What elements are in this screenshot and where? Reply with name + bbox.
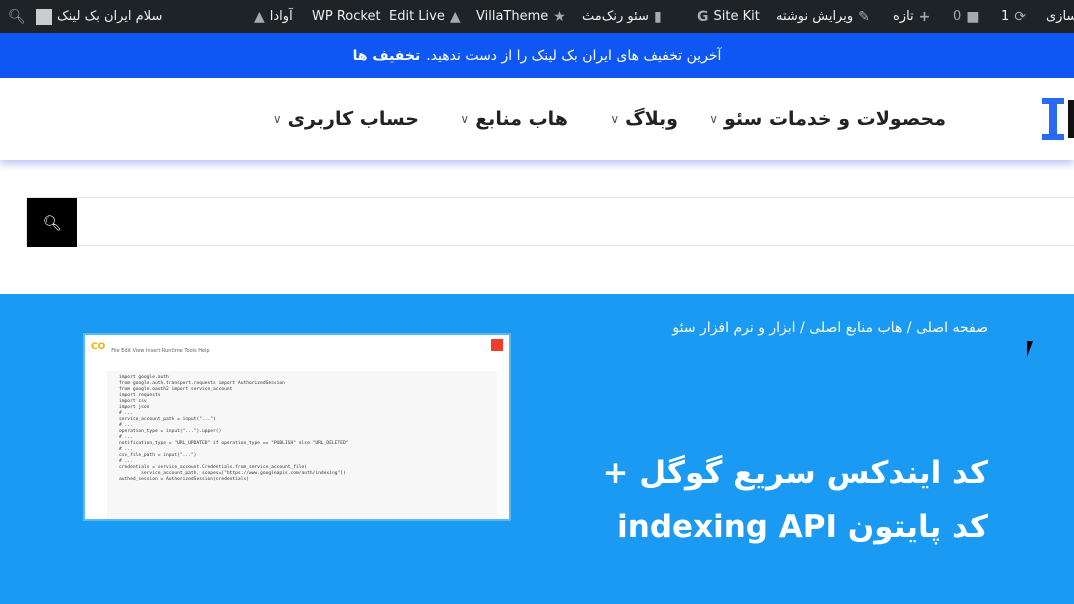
count: 0 xyxy=(953,9,962,24)
label: تازه xyxy=(893,9,914,24)
comments-menu[interactable]: 0 ■ xyxy=(953,0,980,33)
search-input[interactable] xyxy=(79,198,1069,245)
nav-label: حساب کاربری xyxy=(287,108,419,130)
colab-menu: File Edit View Insert Runtime Tools Help xyxy=(111,348,210,354)
site-logo[interactable] xyxy=(1042,98,1074,140)
sitekit-menu[interactable]: G Site Kit xyxy=(697,0,760,33)
star-icon: ★ xyxy=(553,8,566,25)
search-button[interactable]: 🔍︎ xyxy=(27,198,77,247)
nav-label: وبلاگ xyxy=(625,108,678,130)
comment-icon: ■ xyxy=(966,8,980,25)
label: سازی xyxy=(1046,9,1074,24)
search-icon[interactable]: 🔍︎ xyxy=(8,0,26,33)
code-cell: import google.auth from google.auth.trans… xyxy=(107,371,497,519)
admin-bar: 🔍︎ سلام ایران بک لینک ▲ آوادا WP Rocket E… xyxy=(0,0,1074,33)
edit-post-menu[interactable]: ویرایش نوشته ✎ xyxy=(776,0,870,33)
nav-blog[interactable]: ∨ وبلاگ xyxy=(610,78,678,160)
wp-rocket-menu[interactable]: WP Rocket xyxy=(312,0,381,33)
google-icon: G xyxy=(697,8,709,25)
chevron-down-icon: ∨ xyxy=(610,112,620,126)
notice-text: آخرین تخفیف های ایران بک لینک را از دست … xyxy=(426,47,722,64)
count: 1 xyxy=(1001,9,1010,24)
chevron-down-icon: ∨ xyxy=(460,112,470,126)
colab-logo: CO xyxy=(91,342,106,352)
customize-menu[interactable]: سازی xyxy=(1046,0,1074,33)
notice-bar: آخرین تخفیف های ایران بک لینک را از دست … xyxy=(0,33,1074,78)
discount-link[interactable]: تخفیف ها xyxy=(353,48,421,64)
chart-icon: ▮ xyxy=(653,8,662,25)
hero-section: صفحه اصلی / هاب منابع اصلی / ابزار و نرم… xyxy=(0,294,1074,604)
admin-account[interactable]: سلام ایران بک لینک xyxy=(36,0,162,33)
chevron-down-icon: ∨ xyxy=(272,112,282,126)
nav-resources[interactable]: ∨ هاب منابع xyxy=(460,78,568,160)
label: ویرایش نوشته xyxy=(776,9,854,24)
label: VillaTheme xyxy=(476,9,549,24)
nav-account[interactable]: ∨ حساب کاربری xyxy=(273,78,419,160)
plus-icon: + xyxy=(918,8,931,25)
avatar xyxy=(491,339,503,351)
refresh-icon: ⟳ xyxy=(1014,8,1027,25)
label: WP Rocket xyxy=(312,9,381,24)
search-bar: 🔍︎ xyxy=(26,197,1074,247)
greeting: سلام ایران بک لینک xyxy=(57,9,163,24)
nav-label: هاب منابع xyxy=(475,108,568,130)
mouse-cursor xyxy=(1027,341,1039,357)
search-icon: 🔍︎ xyxy=(42,213,62,232)
chevron-down-icon: ∨ xyxy=(709,112,718,126)
label: Site Kit xyxy=(713,9,760,24)
code-line: authed_session = AuthorizedSession(crede… xyxy=(119,477,249,482)
breadcrumb: صفحه اصلی / هاب منابع اصلی / ابزار و نرم… xyxy=(672,320,988,336)
page-title: کد ایندکس سریع گوگل + کد پایتون indexing… xyxy=(602,455,988,545)
label: آوادا xyxy=(269,9,293,24)
label: Edit Live xyxy=(389,9,445,24)
avada-menu[interactable]: ▲ آوادا xyxy=(254,0,293,33)
edit-live-menu[interactable]: Edit Live ▲ xyxy=(389,0,461,33)
villatheme-menu[interactable]: VillaTheme ★ xyxy=(476,0,566,33)
site-header: ∨ محصولات و خدمات سئو ∨ وبلاگ ∨ هاب منابع ∨… xyxy=(0,78,1074,160)
label: سئو رنک‌مث xyxy=(582,9,649,24)
pencil-icon: ✎ xyxy=(858,8,870,25)
nav-products[interactable]: ∨ محصولات و خدمات سئو xyxy=(709,78,946,160)
nav-label: محصولات و خدمات سئو xyxy=(724,108,946,130)
avada-icon: ▲ xyxy=(449,8,461,25)
avada-icon: ▲ xyxy=(254,8,265,25)
featured-image: CO File Edit View Insert Runtime Tools He… xyxy=(83,333,511,521)
new-menu[interactable]: تازه + xyxy=(893,0,930,33)
avatar xyxy=(36,8,52,25)
updates-menu[interactable]: 1 ⟳ xyxy=(1001,0,1026,33)
rankmath-menu[interactable]: سئو رنک‌مث ▮ xyxy=(582,0,662,33)
